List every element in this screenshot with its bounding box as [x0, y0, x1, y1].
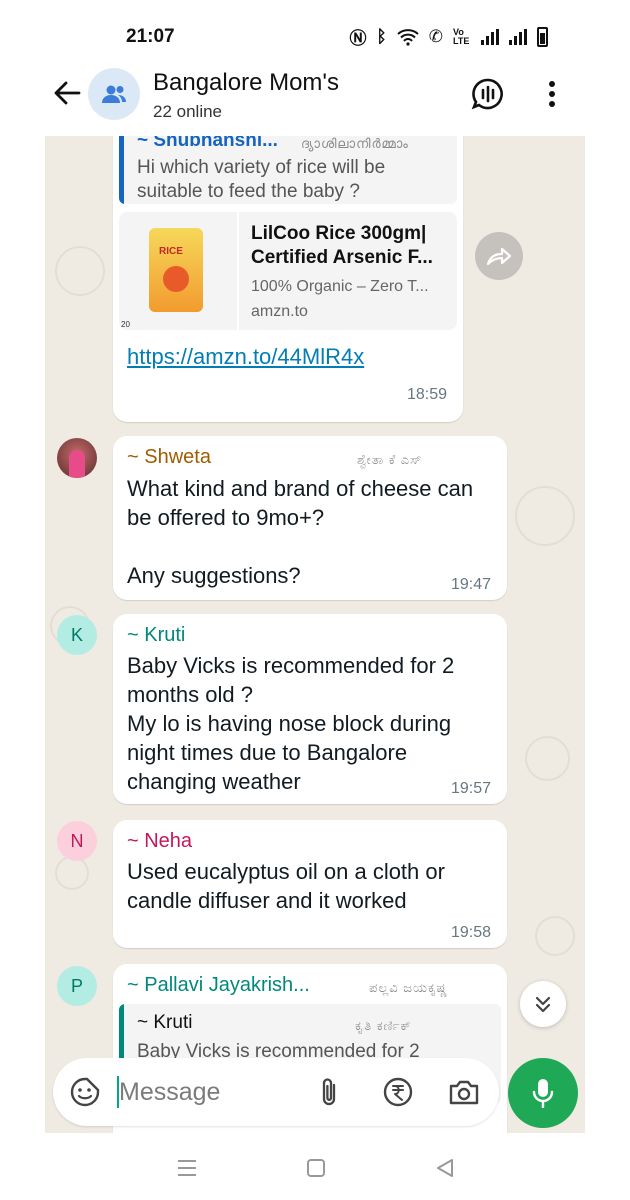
message-sender: ~ Kruti [127, 624, 186, 646]
status-icons: Ⓝ ᛒ ✆ Vo LTE [350, 24, 548, 49]
group-avatar[interactable] [88, 68, 140, 120]
scroll-to-bottom-button[interactable] [520, 981, 566, 1027]
message-bubble[interactable]: ~ Shubhanshi... ദ്യാശിലാനിർമ്മാം Hi whic… [113, 136, 463, 422]
chat-title[interactable]: Bangalore Mom's [153, 69, 339, 97]
preview-image-art [163, 266, 189, 292]
link-preview-domain: amzn.to [251, 303, 308, 320]
status-time: 21:07 [126, 26, 175, 47]
message-time: 19:47 [451, 576, 492, 593]
sender-avatar-pallavi[interactable]: P [57, 966, 97, 1006]
nav-recents-button[interactable] [172, 1153, 202, 1183]
chat-header: Bangalore Mom's 22 online [0, 60, 630, 136]
wifi-icon [397, 28, 419, 46]
wallpaper-doodle [515, 486, 575, 546]
preview-image-label: RICE [159, 246, 183, 257]
nav-back-button[interactable] [430, 1153, 460, 1183]
avatar-letter: P [70, 975, 83, 996]
signal-2-icon [509, 28, 527, 45]
message-text: Used eucalyptus oil on a cloth or candle… [127, 859, 445, 913]
quoted-text: Hi which variety of rice will be suitabl… [137, 157, 386, 202]
forward-button[interactable] [475, 232, 523, 280]
message-text: Baby Vicks is recommended for 2 months o… [127, 653, 455, 794]
avatar-letter: K [70, 624, 83, 645]
nav-recents-icon [178, 1160, 196, 1176]
forward-icon [486, 247, 512, 266]
voice-record-button[interactable] [508, 1058, 578, 1128]
wallpaper-doodle [535, 916, 575, 956]
signal-1-icon [481, 28, 499, 45]
message-composer [53, 1058, 499, 1126]
wallpaper-doodle [55, 856, 89, 890]
chat-area[interactable]: ~ Shubhanshi... ദ്യാശിലാനിർമ്മാം Hi whic… [45, 136, 585, 1133]
message-time: 18:59 [407, 386, 448, 403]
nav-back-icon [437, 1159, 453, 1177]
message-sender: ~ Shweta [127, 446, 211, 468]
link-preview-divider [237, 212, 239, 330]
volte-icon: Vo LTE [453, 26, 470, 46]
more-options-icon [549, 81, 555, 107]
link-preview-description: 100% Organic – Zero T... [251, 278, 429, 295]
avatar-letter: N [70, 830, 84, 851]
sender-avatar-shweta[interactable] [57, 438, 97, 478]
sender-push-name: ಪಲ್ಲವಿ ಜಯಕೃಷ್ಣ [369, 980, 449, 995]
back-arrow-icon [54, 81, 81, 105]
voice-chat-button[interactable] [468, 74, 508, 114]
message-text: What kind and brand of cheese can be off… [127, 476, 474, 588]
wifi-calling-icon: ✆ [428, 26, 443, 46]
quoted-message[interactable]: ~ Shubhanshi... ദ്യാശിലാനിർമ്മാം Hi whic… [119, 136, 457, 204]
back-button[interactable] [52, 78, 88, 114]
voice-chat-icon [471, 78, 503, 110]
quoted-push-name: ಕೃತಿ ಕರ್ಣಿಕ್ [355, 1018, 412, 1033]
link-preview-title: LilCoo Rice 300gm| Certified Arsenic F..… [251, 223, 433, 268]
message-link[interactable]: https://amzn.to/44MlR4x [127, 344, 364, 370]
message-sender: ~ Pallavi Jayakrish... [127, 974, 310, 996]
sender-push-name: ಶ್ವೇತಾ ಕೆ ಎಸ್ [357, 452, 423, 467]
attach-icon [322, 1078, 336, 1106]
link-preview[interactable]: RICE 20 LilCoo Rice 300gm| Certified Ars… [119, 212, 457, 330]
quote-bar [119, 136, 124, 204]
avatar-photo [69, 450, 85, 478]
mic-icon [532, 1079, 554, 1108]
scroll-down-icon [535, 996, 551, 1013]
message-bubble[interactable]: ~ Kruti Baby Vicks is recommended for 2 … [113, 614, 507, 804]
sticker-button[interactable] [65, 1072, 105, 1112]
sender-avatar-kruti[interactable]: K [57, 615, 97, 655]
message-input[interactable] [119, 1072, 299, 1112]
battery-icon [537, 26, 548, 47]
camera-icon [449, 1080, 479, 1105]
quoted-sender: ~ Kruti [137, 1012, 193, 1033]
bluetooth-icon: ᛒ [376, 26, 387, 46]
status-bar: 21:07 Ⓝ ᛒ ✆ Vo LTE [0, 0, 630, 60]
nav-home-icon [307, 1159, 325, 1177]
sender-avatar-neha[interactable]: N [57, 821, 97, 861]
quoted-push-name: ദ്യാശിലാനിർമ്മാം [301, 136, 409, 151]
message-time: 19:58 [451, 924, 492, 941]
group-icon [102, 85, 126, 103]
attach-button[interactable] [309, 1072, 349, 1112]
message-sender: ~ Neha [127, 830, 193, 852]
message-time: 19:57 [451, 780, 492, 797]
quoted-sender: ~ Shubhanshi... [137, 136, 278, 151]
wallpaper-doodle [525, 736, 570, 781]
more-options-button[interactable] [532, 74, 572, 114]
nav-home-button[interactable] [301, 1153, 331, 1183]
link-preview-badge: 20 [121, 320, 130, 329]
rupee-icon [383, 1077, 413, 1107]
message-bubble[interactable]: ~ Shweta ಶ್ವೇತಾ ಕೆ ಎಸ್ What kind and bra… [113, 436, 507, 600]
link-preview-image: RICE [149, 228, 203, 312]
online-count: 22 online [153, 102, 223, 121]
system-nav-bar [0, 1133, 630, 1200]
sticker-icon [70, 1077, 100, 1107]
nfc-icon: Ⓝ [349, 29, 367, 48]
wallpaper-doodle [55, 246, 105, 296]
message-bubble[interactable]: ~ Neha Used eucalyptus oil on a cloth or… [113, 820, 507, 948]
payment-button[interactable] [378, 1072, 418, 1112]
camera-button[interactable] [444, 1072, 484, 1112]
